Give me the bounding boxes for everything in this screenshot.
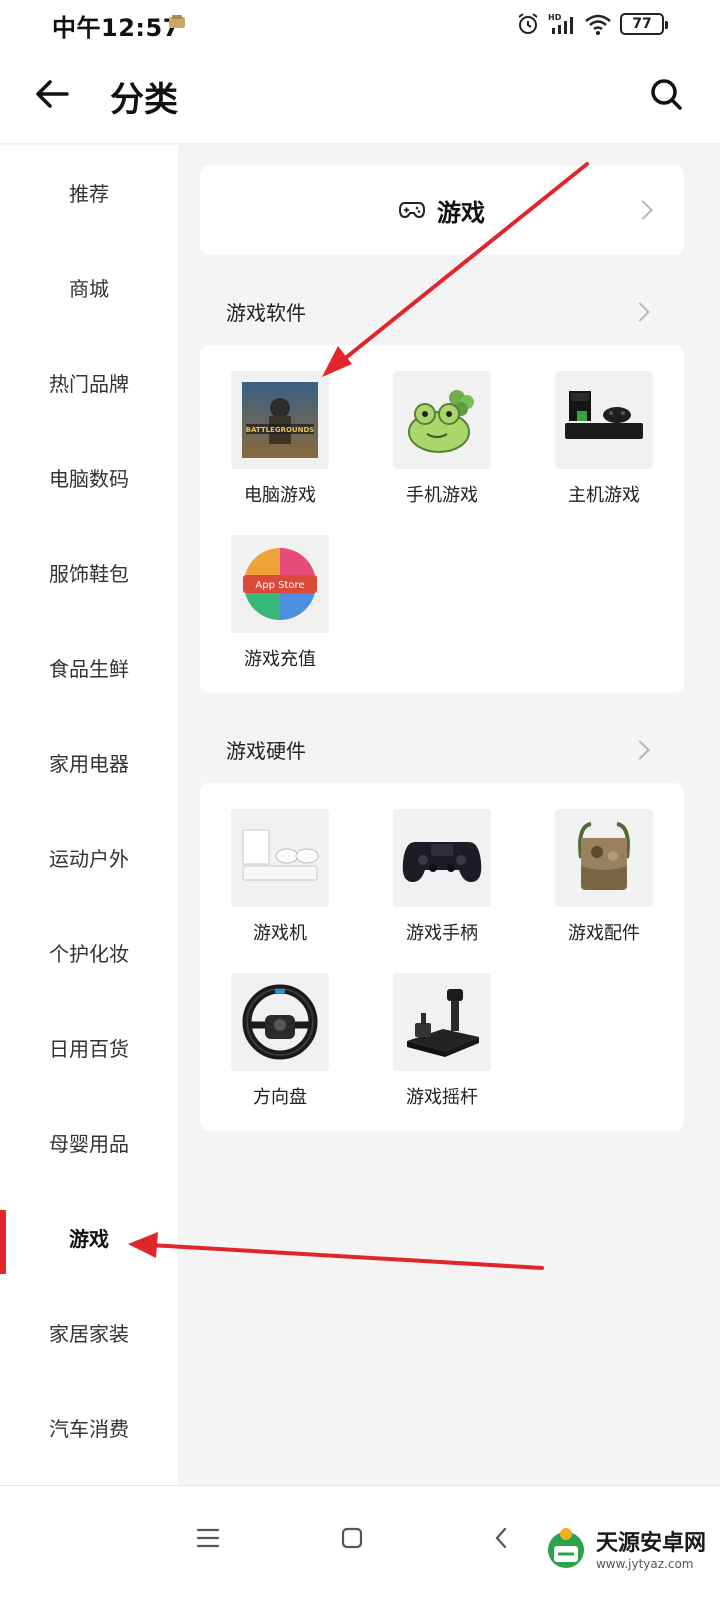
sidebar-item-appliances[interactable]: 家用电器 bbox=[0, 715, 178, 810]
grid-item-label: 游戏机 bbox=[253, 923, 307, 944]
home-square-icon bbox=[341, 1527, 363, 1549]
controller-image bbox=[393, 809, 491, 907]
notification-icon bbox=[169, 15, 185, 28]
sidebar-item-auto[interactable]: 汽车消费 bbox=[0, 1380, 178, 1475]
nav-home-button[interactable] bbox=[328, 1514, 376, 1562]
grid-item-label: 手机游戏 bbox=[406, 485, 478, 506]
app-store-card: App Store bbox=[231, 535, 329, 633]
menu-icon bbox=[196, 1528, 220, 1548]
watermark-text: 天源安卓网 www.jytyaz.com bbox=[596, 1525, 706, 1571]
sidebar-item-beauty[interactable]: 个护化妆 bbox=[0, 905, 178, 1000]
cellular-signal-icon: HD bbox=[548, 13, 573, 34]
status-time: 中午12:57 bbox=[52, 14, 180, 42]
software-grid: BATTLEGROUNDS 电脑游戏 手机游戏 主机游戏 App Store 游… bbox=[200, 345, 684, 693]
section-title-hardware: 游戏硬件 bbox=[226, 739, 306, 763]
grid-item-game-topup[interactable]: App Store 游戏充值 bbox=[210, 535, 350, 685]
sidebar-item-apparel[interactable]: 服饰鞋包 bbox=[0, 525, 178, 620]
arrow-left-icon bbox=[36, 80, 69, 108]
site-watermark: 天源安卓网 www.jytyaz.com bbox=[542, 1524, 706, 1572]
grid-item-pc-games[interactable]: BATTLEGROUNDS 电脑游戏 bbox=[210, 371, 350, 521]
sidebar-item-baby[interactable]: 母婴用品 bbox=[0, 1095, 178, 1190]
chevron-left-icon bbox=[495, 1527, 507, 1549]
section-more-hardware-icon[interactable] bbox=[630, 740, 650, 760]
top-app-bar: 分类 bbox=[0, 48, 720, 144]
sidebar-item-food[interactable]: 食品生鲜 bbox=[0, 620, 178, 715]
sidebar-item-mall[interactable]: 商城 bbox=[0, 240, 178, 335]
grid-item-label: 电脑游戏 bbox=[244, 485, 316, 506]
grid-item-controller[interactable]: 游戏手柄 bbox=[372, 809, 512, 959]
watermark-title: 天源安卓网 bbox=[595, 1531, 706, 1556]
sidebar-item-recommend[interactable]: 推荐 bbox=[0, 145, 178, 240]
battery-indicator: 77 bbox=[620, 13, 668, 35]
sidebar-item-daily[interactable]: 日用百货 bbox=[0, 1000, 178, 1095]
nav-back-button[interactable] bbox=[478, 1514, 526, 1562]
hardware-grid: 游戏机 游戏手柄 游戏配件 方向盘 游戏摇杆 bbox=[200, 783, 684, 1131]
grid-item-label: 游戏摇杆 bbox=[406, 1087, 478, 1108]
grid-item-label: 方向盘 bbox=[253, 1087, 307, 1108]
bag-image bbox=[555, 809, 653, 907]
svg-text:HD: HD bbox=[548, 13, 562, 22]
gamepad-icon bbox=[399, 202, 425, 219]
nav-menu-button[interactable] bbox=[184, 1514, 232, 1562]
search-button[interactable] bbox=[644, 72, 688, 116]
sidebar-item-home[interactable]: 家居家装 bbox=[0, 1285, 178, 1380]
grid-item-label: 游戏充值 bbox=[244, 649, 316, 670]
grid-item-joystick[interactable]: 游戏摇杆 bbox=[372, 973, 512, 1123]
svg-text:BATTLEGROUNDS: BATTLEGROUNDS bbox=[246, 426, 315, 434]
category-content: 游戏 游戏软件 BATTLEGROUNDS 电脑游戏 手机游戏 主机游戏 App… bbox=[178, 145, 720, 1485]
category-header-card[interactable]: 游戏 bbox=[200, 165, 684, 255]
sidebar-item-games[interactable]: 游戏 bbox=[0, 1190, 178, 1285]
pubg-cover: BATTLEGROUNDS bbox=[231, 371, 329, 469]
status-bar: 中午12:57 HD 77 bbox=[0, 0, 720, 48]
white-console-image bbox=[231, 809, 329, 907]
search-icon bbox=[651, 79, 682, 110]
page-title: 分类 bbox=[110, 80, 178, 120]
sidebar-item-sports[interactable]: 运动户外 bbox=[0, 810, 178, 905]
watermark-url: www.jytyaz.com bbox=[595, 1557, 694, 1571]
steering-wheel-image bbox=[231, 973, 329, 1071]
grid-item-console-games[interactable]: 主机游戏 bbox=[534, 371, 674, 521]
section-more-software-icon[interactable] bbox=[630, 302, 650, 322]
sidebar-item-brands[interactable]: 热门品牌 bbox=[0, 335, 178, 430]
wifi-icon bbox=[585, 14, 611, 35]
grid-item-label: 游戏配件 bbox=[568, 923, 640, 944]
sidebar-item-digital[interactable]: 电脑数码 bbox=[0, 430, 178, 525]
svg-text:App Store: App Store bbox=[255, 580, 304, 591]
battery-level: 77 bbox=[632, 16, 652, 32]
frog-image bbox=[393, 371, 491, 469]
category-sidebar: 推荐 商城 热门品牌 电脑数码 服饰鞋包 食品生鲜 家用电器 运动户外 个护化妆… bbox=[0, 145, 178, 1485]
category-title: 游戏 bbox=[437, 198, 485, 227]
active-indicator bbox=[0, 1210, 6, 1274]
status-icons: HD 77 bbox=[516, 8, 668, 40]
grid-item-steering-wheel[interactable]: 方向盘 bbox=[210, 973, 350, 1123]
alarm-icon bbox=[518, 13, 538, 34]
section-title-software: 游戏软件 bbox=[226, 301, 306, 325]
back-button[interactable] bbox=[28, 70, 76, 118]
grid-item-console[interactable]: 游戏机 bbox=[210, 809, 350, 959]
grid-item-mobile-games[interactable]: 手机游戏 bbox=[372, 371, 512, 521]
joystick-image bbox=[393, 973, 491, 1071]
grid-item-label: 主机游戏 bbox=[568, 485, 640, 506]
watermark-logo-icon bbox=[547, 1528, 584, 1568]
grid-item-label: 游戏手柄 bbox=[406, 923, 478, 944]
xbox-console-image bbox=[555, 371, 653, 469]
grid-item-accessories[interactable]: 游戏配件 bbox=[534, 809, 674, 959]
